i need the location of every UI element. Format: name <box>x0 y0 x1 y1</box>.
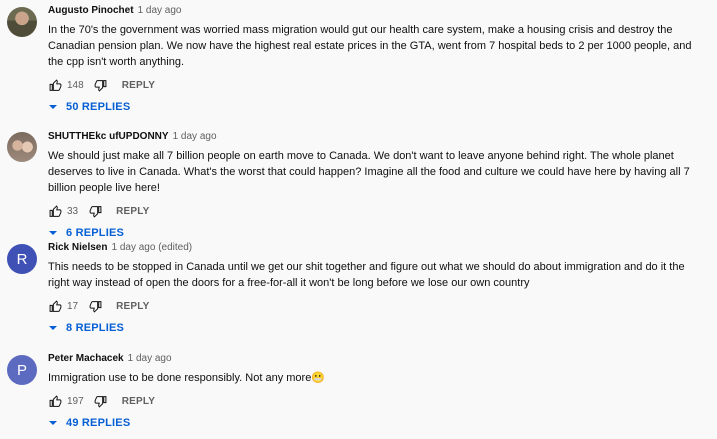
thumbs-down-icon <box>89 300 102 313</box>
comment-author[interactable]: Augusto Pinochet <box>48 5 134 16</box>
thumbs-down-icon <box>89 205 102 218</box>
avatar-letter: R <box>16 250 28 268</box>
dislike-button[interactable] <box>94 78 108 92</box>
replies-count-label: 50 REPLIES <box>66 101 131 113</box>
thumbs-up-icon <box>49 78 61 91</box>
comment-text: In the 70's the government was worried m… <box>48 24 692 68</box>
reply-button[interactable]: REPLY <box>116 301 149 312</box>
avatar[interactable] <box>7 132 37 162</box>
thumbs-up-icon <box>49 394 61 407</box>
comment-time[interactable]: 1 day ago <box>173 131 217 142</box>
view-replies-button[interactable]: 50 REPLIES <box>48 98 709 116</box>
replies-count-label: 6 REPLIES <box>66 227 125 239</box>
reply-button[interactable]: REPLY <box>116 206 149 217</box>
like-count: 33 <box>67 205 79 217</box>
chevron-down-icon <box>49 105 57 109</box>
dislike-button[interactable] <box>94 394 108 408</box>
avatar[interactable] <box>7 7 37 37</box>
chevron-down-icon <box>49 231 57 235</box>
replies-count-label: 8 REPLIES <box>66 322 125 334</box>
comment-time[interactable]: 1 day ago (edited) <box>111 242 192 253</box>
chevron-down-icon <box>49 326 57 330</box>
replies-count-label: 49 REPLIES <box>66 417 131 429</box>
comment-text: We should just make all 7 billion people… <box>48 150 690 194</box>
comment-time[interactable]: 1 day ago <box>128 353 172 364</box>
view-replies-button[interactable]: 49 REPLIES <box>48 414 709 432</box>
chevron-down-icon <box>49 421 57 425</box>
comment-author[interactable]: Peter Machacek <box>48 353 124 364</box>
comments-section: Augusto Pinochet 1 day ago In the 70's th… <box>0 0 717 439</box>
comment-text: This needs to be stopped in Canada until… <box>48 261 685 289</box>
avatar[interactable]: P <box>7 355 37 385</box>
reply-button[interactable]: REPLY <box>122 396 155 407</box>
thumbs-up-icon <box>49 204 61 217</box>
thumbs-down-icon <box>94 395 107 408</box>
like-count: 148 <box>67 79 84 91</box>
comment-text: Immigration use to be done responsibly. … <box>48 372 326 384</box>
avatar[interactable]: R <box>7 244 37 274</box>
view-replies-button[interactable]: 6 REPLIES <box>48 224 709 242</box>
like-count: 17 <box>67 300 79 312</box>
dislike-button[interactable] <box>88 204 102 218</box>
comment-time[interactable]: 1 day ago <box>138 5 182 16</box>
comment-author[interactable]: Rick Nielsen <box>48 242 107 253</box>
avatar-letter: P <box>16 361 27 379</box>
comment-author[interactable]: SHUTTHEkc ufUPDONNY <box>48 131 169 142</box>
like-button[interactable] <box>48 78 62 92</box>
like-button[interactable] <box>48 394 62 408</box>
like-button[interactable] <box>48 204 62 218</box>
like-button[interactable] <box>48 299 62 313</box>
reply-button[interactable]: REPLY <box>122 80 155 91</box>
view-replies-button[interactable]: 8 REPLIES <box>48 319 709 337</box>
thumbs-down-icon <box>94 79 107 92</box>
like-count: 197 <box>67 395 84 407</box>
dislike-button[interactable] <box>88 299 102 313</box>
thumbs-up-icon <box>49 299 61 312</box>
